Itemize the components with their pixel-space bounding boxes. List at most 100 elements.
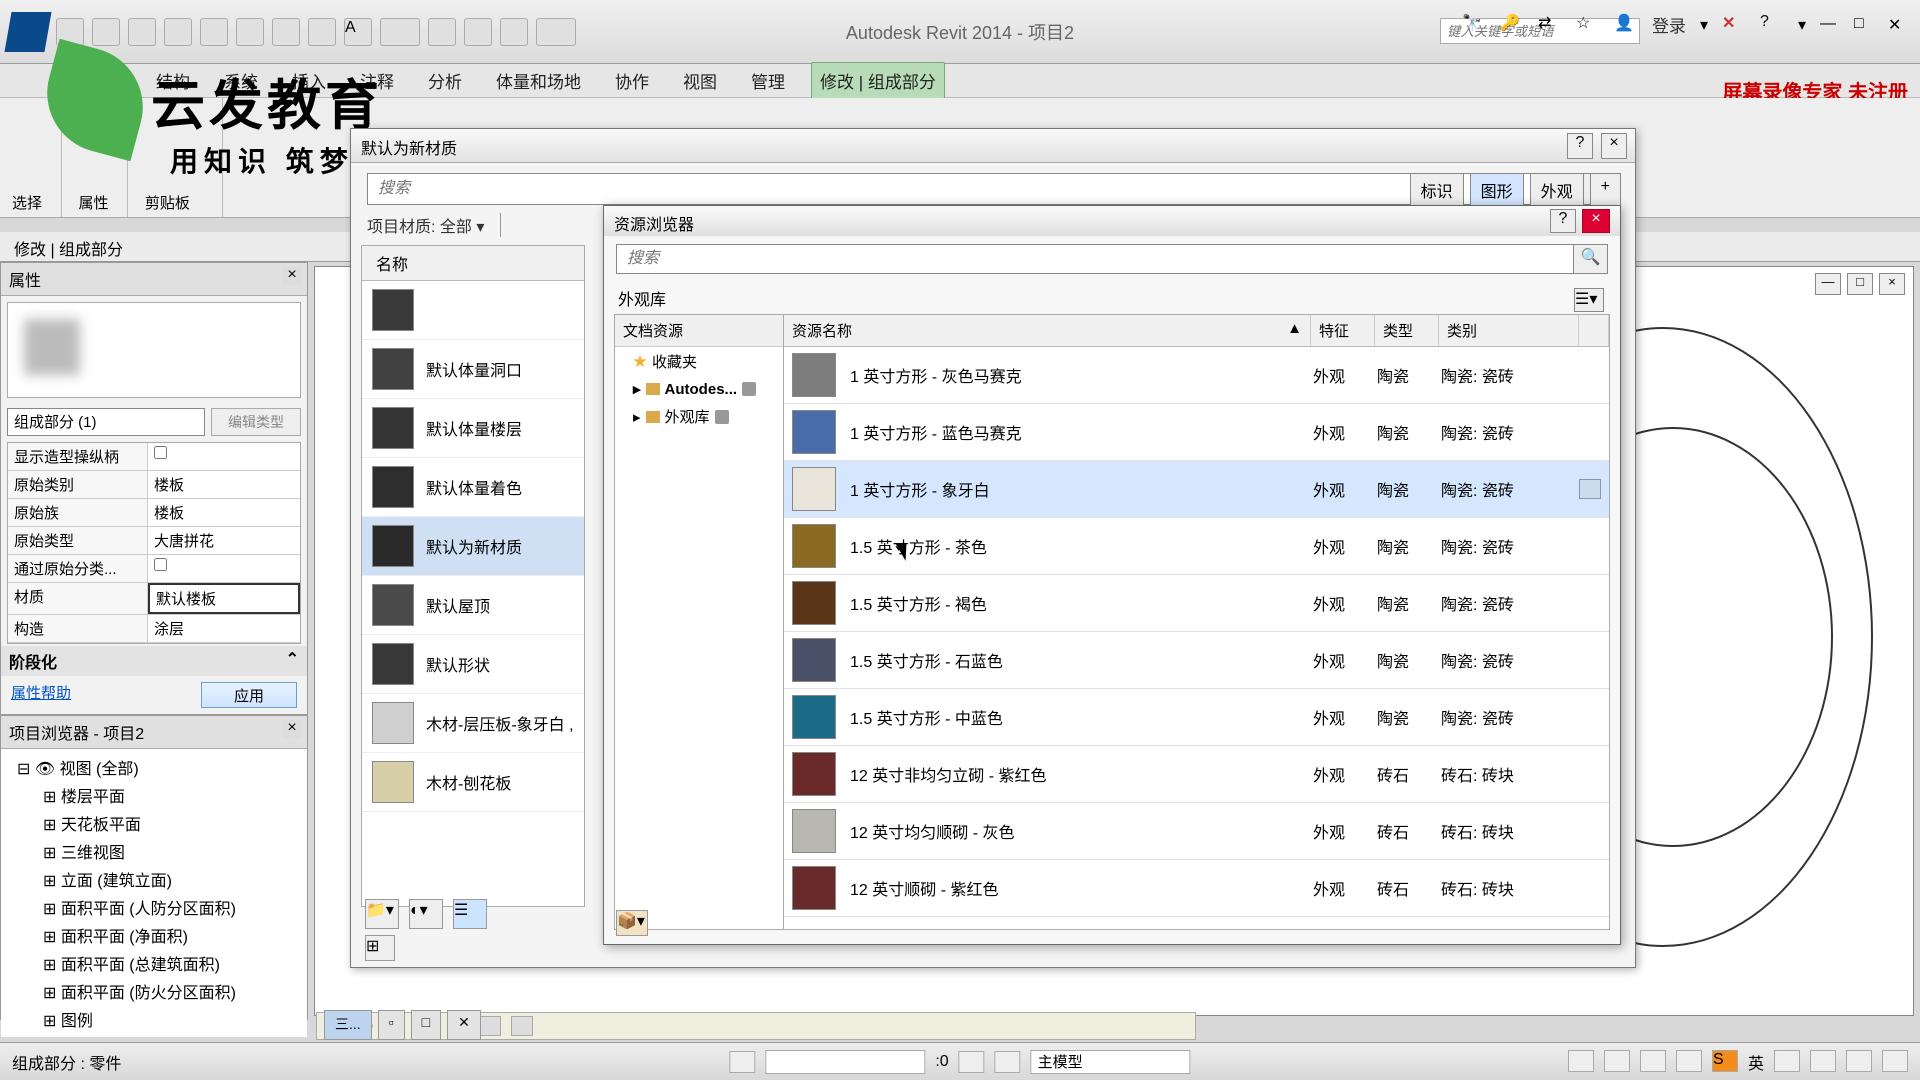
select-underlay-toggle[interactable] (1604, 1050, 1630, 1072)
new-material-button[interactable]: 📁▾ (365, 899, 399, 929)
material-list-column-header[interactable]: 名称 (362, 246, 584, 281)
close-button[interactable]: × (1582, 209, 1610, 233)
material-list-item[interactable]: 默认为新材质 (362, 517, 584, 576)
material-tab[interactable]: 外观 (1530, 173, 1584, 207)
close-x-icon[interactable]: ✕ (1722, 13, 1746, 37)
material-list-item[interactable]: 默认形状 (362, 635, 584, 694)
view-mode-toggle[interactable]: ☰▾ (1574, 288, 1604, 312)
exchange-icon[interactable]: ⇄ (1538, 13, 1562, 37)
ime-button[interactable] (1846, 1050, 1872, 1072)
ime-button[interactable] (1774, 1050, 1800, 1072)
close-icon[interactable]: × (283, 720, 301, 738)
asset-row[interactable]: 12 英寸均匀顺砌 - 灰色外观砖石砖石: 砖块 (784, 803, 1609, 860)
tree-node[interactable]: ⊞ 面积平面 (净面积) (7, 921, 301, 949)
asset-table[interactable]: 资源名称▲ 特征 类型 类别 1 英寸方形 - 灰色马赛克外观陶瓷陶瓷: 瓷砖1… (784, 314, 1610, 930)
close-button[interactable]: ✕ (1888, 15, 1908, 35)
asset-row[interactable]: 1 英寸方形 - 象牙白外观陶瓷陶瓷: 瓷砖 (784, 461, 1609, 518)
ribbon-tab[interactable]: 分析 (420, 63, 470, 98)
material-dialog-titlebar[interactable]: 默认为新材质 ? × (351, 129, 1635, 163)
col-category[interactable]: 类别 (1439, 315, 1579, 346)
crop-button[interactable] (511, 1016, 533, 1036)
apply-asset-button[interactable] (1579, 479, 1601, 499)
asset-row[interactable]: 1.5 英寸方形 - 褐色外观陶瓷陶瓷: 瓷砖 (784, 575, 1609, 632)
ribbon-tab[interactable]: 视图 (675, 63, 725, 98)
material-list-item[interactable]: 木材-刨花板 (362, 753, 584, 812)
qat-btn[interactable] (236, 18, 264, 46)
close-button[interactable]: × (1601, 133, 1627, 159)
active-view-tab[interactable]: 三... (324, 1010, 372, 1040)
ime-button[interactable] (1810, 1050, 1836, 1072)
asset-browser-titlebar[interactable]: 资源浏览器 ? × (604, 206, 1620, 236)
close-icon[interactable]: × (283, 267, 301, 285)
asset-row[interactable]: 12 英寸非均匀立砌 - 紫红色外观砖石砖石: 砖块 (784, 746, 1609, 803)
3d-view-button[interactable] (380, 18, 420, 46)
view-minimize-button[interactable]: — (1815, 273, 1841, 295)
doc-assets-node[interactable]: 文档资源 (615, 315, 783, 347)
ribbon-tab[interactable]: 体量和场地 (488, 63, 589, 98)
thin-lines-button[interactable] (464, 18, 492, 46)
search-icon[interactable]: 🔍 (1574, 244, 1608, 274)
help-button[interactable]: ? (1567, 133, 1593, 159)
measure-button[interactable] (272, 18, 300, 46)
filter2-button[interactable] (995, 1051, 1021, 1073)
ribbon-tab[interactable]: 修改 | 组成部分 (811, 62, 945, 99)
material-list-item[interactable]: 默认体量着色 (362, 458, 584, 517)
select-pinned-toggle[interactable] (1640, 1050, 1666, 1072)
asset-search-input[interactable] (616, 244, 1574, 274)
ime-indicator[interactable]: S (1712, 1050, 1738, 1072)
main-model-input[interactable] (1031, 1050, 1191, 1074)
material-list-item[interactable]: 默认体量楼层 (362, 399, 584, 458)
binoculars-icon[interactable]: 🔭 (1462, 13, 1486, 37)
ime-lang[interactable]: 英 (1748, 1050, 1764, 1074)
property-value[interactable]: 大唐拼花 (148, 527, 300, 554)
help-icon[interactable]: ? (1760, 13, 1784, 37)
duplicate-material-button[interactable]: ◐▾ (409, 899, 443, 929)
dimension-button[interactable] (308, 18, 336, 46)
maximize-button[interactable]: □ (1854, 15, 1874, 35)
view-tab-button[interactable]: ▫ (378, 1010, 405, 1040)
library-settings-button[interactable]: 📦▾ (616, 910, 648, 936)
key-icon[interactable]: 🔑 (1500, 13, 1524, 37)
help-button[interactable]: ? (1550, 209, 1576, 233)
tree-node[interactable]: ⊞ 图例 (7, 1005, 301, 1033)
view-restore-button[interactable]: □ (1847, 273, 1873, 295)
phasing-section-header[interactable]: 阶段化⌃ (1, 646, 307, 676)
type-selector-dropdown[interactable]: 组成部分 (1) (7, 408, 205, 436)
redo-button[interactable] (164, 18, 192, 46)
property-value[interactable]: 涂层 (148, 615, 300, 642)
view-tab-close[interactable]: ✕ (447, 1010, 481, 1040)
help-dropdown-icon[interactable]: ▾ (1798, 15, 1806, 35)
asset-row[interactable]: 1 英寸方形 - 蓝色马赛克外观陶瓷陶瓷: 瓷砖 (784, 404, 1609, 461)
save-button[interactable] (92, 18, 120, 46)
signin-link[interactable]: 登录 (1652, 12, 1686, 37)
asset-library-tree[interactable]: 文档资源 收藏夹 ▸Autodes... ▸外观库 (614, 314, 784, 930)
tree-node[interactable]: ⊞ 楼层平面 (7, 781, 301, 809)
minimize-button[interactable]: — (1820, 15, 1840, 35)
qat-btn[interactable] (200, 18, 228, 46)
collapse-icon[interactable]: ⌃ (286, 649, 299, 669)
tree-node[interactable]: ⊞ 面积平面 (人防分区面积) (7, 893, 301, 921)
workset-input[interactable] (765, 1050, 925, 1074)
worksets-button[interactable] (729, 1051, 755, 1073)
tree-node[interactable]: ⊞ 面积平面 (总建筑面积) (7, 949, 301, 977)
select-links-toggle[interactable] (1568, 1050, 1594, 1072)
text-button[interactable]: A (344, 18, 372, 46)
tree-node[interactable]: ⊞ 三维视图 (7, 837, 301, 865)
material-list-item[interactable]: 默认体量洞口 (362, 340, 584, 399)
property-value[interactable]: 楼板 (148, 471, 300, 498)
project-browser-tree[interactable]: ⊟ 👁 视图 (全部) ⊞ 楼层平面⊞ 天花板平面⊞ 三维视图⊞ 立面 (建筑立… (1, 749, 307, 1037)
appearance-library-node[interactable]: ▸外观库 (615, 402, 783, 431)
tree-node[interactable]: ⊞ 立面 (建筑立面) (7, 865, 301, 893)
col-feature[interactable]: 特征 (1311, 315, 1375, 346)
ribbon-tab[interactable]: 协作 (607, 63, 657, 98)
filter-button[interactable] (959, 1051, 985, 1073)
material-list-item[interactable] (362, 281, 584, 340)
section-button[interactable] (428, 18, 456, 46)
property-value[interactable] (148, 443, 300, 470)
list-view-button[interactable]: ☰ (453, 899, 487, 929)
select-face-toggle[interactable] (1676, 1050, 1702, 1072)
asset-row[interactable]: 12 英寸顺砌 - 紫红色外观砖石砖石: 砖块 (784, 860, 1609, 917)
switch-windows-button[interactable] (536, 18, 576, 46)
view-tab-button[interactable]: □ (411, 1010, 441, 1040)
expand-panel-button[interactable]: ⊞ (365, 935, 395, 961)
